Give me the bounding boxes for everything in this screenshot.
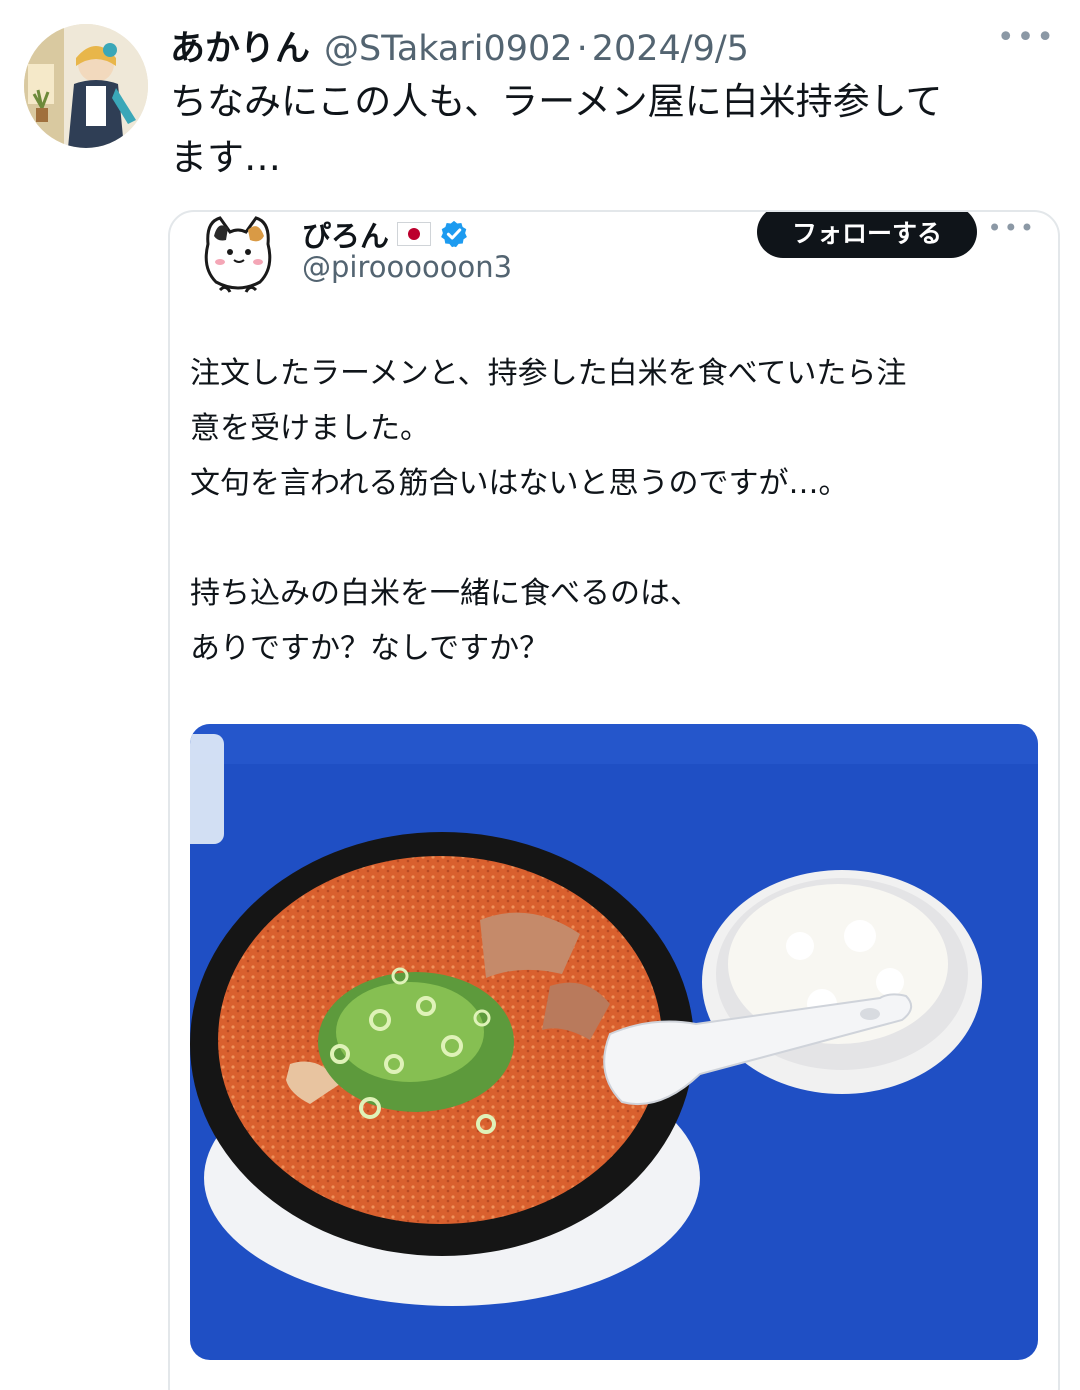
author-avatar[interactable]	[24, 24, 148, 148]
tweet-text: ちなみにこの人も、ラーメン屋に白米持参して ます…	[170, 80, 943, 179]
follow-button[interactable]: フォローする	[757, 212, 977, 258]
tweet-date[interactable]: 2024/9/5	[592, 29, 749, 69]
more-options-icon[interactable]: •••	[997, 20, 1056, 55]
quoted-author-handle[interactable]: @piroooooon3	[302, 250, 512, 284]
tweet-screenshot: あかりん @STakari0902 · 2024/9/5 ••• ちなみにこの人…	[0, 0, 1080, 1390]
anime-character-avatar-icon	[24, 24, 148, 148]
author-handle[interactable]: @STakari0902	[324, 29, 573, 69]
quoted-author-name-row: ぴろん	[302, 214, 469, 254]
cat-avatar-icon	[190, 212, 286, 302]
author-display-name[interactable]: あかりん	[170, 20, 310, 71]
quoted-tweet-photo[interactable]	[190, 724, 1038, 1360]
quoted-author-display-name[interactable]: ぴろん	[302, 213, 389, 255]
japan-flag-icon	[397, 222, 432, 246]
quoted-tweet-text: 注文したラーメンと、持参した白米を食べていたら注 意を受けました。 文句を言われ…	[190, 356, 907, 666]
quoted-tweet-card[interactable]: ぴろん @piroooooon3 フォローする ••• 注文したラーメンと、持参…	[168, 210, 1060, 1390]
quoted-author-avatar[interactable]	[190, 212, 286, 302]
tweet-header: あかりん @STakari0902 · 2024/9/5	[170, 20, 1060, 70]
header-separator: ·	[576, 29, 588, 69]
ramen-and-rice-photo-icon	[190, 724, 1038, 1360]
verified-badge-icon	[441, 220, 467, 248]
quoted-more-options-icon[interactable]: •••	[988, 214, 1036, 242]
